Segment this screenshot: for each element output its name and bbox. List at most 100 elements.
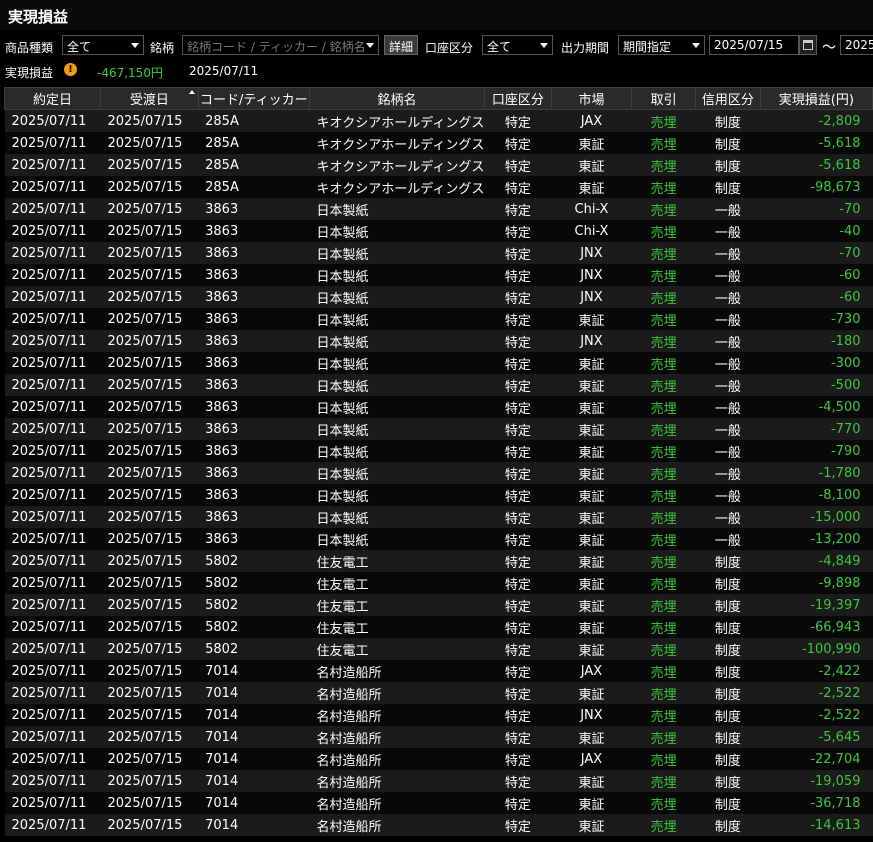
table-row[interactable]: 2025/07/11 2025/07/15 285A キオクシアホールディングス 特定 J… bbox=[4, 109, 873, 132]
cell-realized-pl: -22,704 bbox=[760, 748, 873, 770]
cell-settlement-date: 2025/07/15 bbox=[100, 572, 199, 594]
table-row[interactable]: 2025/07/11 2025/07/15 3863 日本製紙 特定 JNX 売埋 一般 -60 bbox=[4, 264, 873, 286]
table-row[interactable]: 2025/07/11 2025/07/15 7014 名村造船所 特定 JNX 売埋 制度 -2… bbox=[4, 704, 873, 726]
cell-code: 3863 bbox=[198, 374, 310, 396]
table-row[interactable]: 2025/07/11 2025/07/15 3863 日本製紙 特定 東証 売埋 一般 -4,5… bbox=[4, 396, 873, 418]
table-row[interactable]: 2025/07/11 2025/07/15 3863 日本製紙 特定 東証 売埋 一般 -790 bbox=[4, 440, 873, 462]
cell-market: 東証 bbox=[551, 506, 632, 528]
cell-trade: 売埋 bbox=[631, 704, 696, 726]
table-row[interactable]: 2025/07/11 2025/07/15 285A キオクシアホールディングス 特定東… bbox=[4, 132, 873, 154]
cell-settlement-date: 2025/07/15 bbox=[100, 660, 199, 682]
cell-account-type: 特定 bbox=[484, 132, 552, 154]
cell-issue-name: 名村造船所 bbox=[309, 748, 485, 770]
detail-button[interactable]: 詳細 bbox=[384, 35, 418, 55]
cell-account-type: 特定 bbox=[484, 220, 552, 242]
table-row[interactable]: 2025/07/11 2025/07/15 7014 名村造船所 特定 東証 売埋 制度 -19… bbox=[4, 770, 873, 792]
cell-realized-pl: -70 bbox=[760, 242, 873, 264]
cell-account-type: 特定 bbox=[484, 330, 552, 352]
column-header-market[interactable]: 市場 bbox=[550, 87, 633, 110]
cell-realized-pl: -15,000 bbox=[760, 506, 873, 528]
cell-trade: 売埋 bbox=[631, 506, 696, 528]
table-row[interactable]: 2025/07/11 2025/07/15 7014 名村造船所 特定 東証 売埋 制度 -5,… bbox=[4, 726, 873, 748]
cell-trade-date: 2025/07/11 bbox=[4, 264, 101, 286]
table-row[interactable]: 2025/07/11 2025/07/15 5802 住友電工 特定 東証 売埋 制度 -100… bbox=[4, 638, 873, 660]
table-header-row: 約定日 受渡日 コード/ティッカー 銘柄名 口座区分 市場 取引 信用区分 実現… bbox=[4, 87, 873, 110]
table-row[interactable]: 2025/07/11 2025/07/15 3863 日本製紙 特定 Chi-X 売埋 一般 -… bbox=[4, 198, 873, 220]
cell-realized-pl: -13,200 bbox=[760, 528, 873, 550]
cell-realized-pl: -66,943 bbox=[760, 616, 873, 638]
cell-account-type: 特定 bbox=[484, 550, 552, 572]
warning-icon[interactable]: ! bbox=[64, 63, 77, 76]
column-header-margin-type[interactable]: 信用区分 bbox=[695, 87, 761, 110]
cell-issue-name: 日本製紙 bbox=[309, 352, 485, 374]
cell-trade: 売埋 bbox=[631, 264, 696, 286]
cell-realized-pl: -2,522 bbox=[760, 682, 873, 704]
cell-code: 3863 bbox=[198, 462, 310, 484]
column-header-settlement-date-label: 受渡日 bbox=[129, 93, 169, 108]
table-row[interactable]: 2025/07/11 2025/07/15 3863 日本製紙 特定 東証 売埋 一般 -770 bbox=[4, 418, 873, 440]
cell-settlement-date: 2025/07/15 bbox=[100, 154, 199, 176]
cell-margin-type: 一般 bbox=[695, 484, 761, 506]
table-row[interactable]: 2025/07/11 2025/07/15 3863 日本製紙 特定 東証 売埋 一般 -500 bbox=[4, 374, 873, 396]
account-type-select[interactable]: 全て bbox=[482, 35, 553, 55]
cell-margin-type: 制度 bbox=[695, 154, 761, 176]
column-header-realized-pl[interactable]: 実現損益(円) bbox=[759, 87, 873, 110]
column-header-account-type[interactable]: 口座区分 bbox=[483, 87, 552, 110]
column-header-issue-name[interactable]: 銘柄名 bbox=[309, 87, 485, 110]
column-header-settlement-date[interactable]: 受渡日 bbox=[100, 87, 199, 110]
calendar-button[interactable] bbox=[799, 35, 817, 55]
cell-trade: 売埋 bbox=[631, 330, 696, 352]
cell-settlement-date: 2025/07/15 bbox=[100, 550, 199, 572]
table-row[interactable]: 2025/07/11 2025/07/15 7014 名村造船所 特定 JAX 売埋 制度 -2… bbox=[4, 748, 873, 770]
table-row[interactable]: 2025/07/11 2025/07/15 3863 日本製紙 特定 東証 売埋 一般 -13,… bbox=[4, 528, 873, 550]
cell-trade-date: 2025/07/11 bbox=[4, 374, 101, 396]
table-row[interactable]: 2025/07/11 2025/07/15 5802 住友電工 特定 東証 売埋 制度 -4,8… bbox=[4, 550, 873, 572]
cell-issue-name: 日本製紙 bbox=[309, 528, 485, 550]
cell-code: 5802 bbox=[198, 616, 310, 638]
table-row[interactable]: 2025/07/11 2025/07/15 3863 日本製紙 特定 東証 売埋 一般 -15,… bbox=[4, 506, 873, 528]
table-row[interactable]: 2025/07/11 2025/07/15 3863 日本製紙 特定 JNX 売埋 一般 -70 bbox=[4, 242, 873, 264]
cell-trade-date: 2025/07/11 bbox=[4, 682, 101, 704]
cell-realized-pl: -5,618 bbox=[760, 154, 873, 176]
table-row[interactable]: 2025/07/11 2025/07/15 7014 名村造船所 特定 JAX 売埋 制度 -2… bbox=[4, 660, 873, 682]
table-row[interactable]: 2025/07/11 2025/07/15 3863 日本製紙 特定 東証 売埋 一般 -300 bbox=[4, 352, 873, 374]
table-row[interactable]: 2025/07/11 2025/07/15 5802 住友電工 特定 東証 売埋 制度 -19,… bbox=[4, 594, 873, 616]
table-row[interactable]: 2025/07/11 2025/07/15 7014 名村造船所 特定 東証 売埋 制度 -2,… bbox=[4, 682, 873, 704]
product-type-select[interactable]: 全て bbox=[62, 35, 144, 55]
cell-settlement-date: 2025/07/15 bbox=[100, 176, 199, 198]
cell-account-type: 特定 bbox=[484, 506, 552, 528]
table-row[interactable]: 2025/07/11 2025/07/15 3863 日本製紙 特定 JNX 売埋 一般 -18… bbox=[4, 330, 873, 352]
cell-issue-name: キオクシアホールディングス bbox=[309, 176, 485, 198]
output-period-select[interactable]: 期間指定 bbox=[618, 35, 705, 55]
cell-settlement-date: 2025/07/15 bbox=[100, 198, 199, 220]
cell-trade-date: 2025/07/11 bbox=[4, 308, 101, 330]
table-row[interactable]: 2025/07/11 2025/07/15 285A キオクシアホールディングス 特定東… bbox=[4, 154, 873, 176]
column-header-trade-date[interactable]: 約定日 bbox=[4, 87, 101, 110]
column-header-code[interactable]: コード/ティッカー bbox=[197, 87, 311, 110]
cell-trade: 売埋 bbox=[631, 616, 696, 638]
table-row[interactable]: 2025/07/11 2025/07/15 3863 日本製紙 特定 東証 売埋 一般 -1,7… bbox=[4, 462, 873, 484]
table-row[interactable]: 2025/07/11 2025/07/15 7014 名村造船所 特定 東証 売埋 制度 -14… bbox=[4, 814, 873, 836]
table-row[interactable]: 2025/07/11 2025/07/15 3863 日本製紙 特定 東証 売埋 一般 -730 bbox=[4, 308, 873, 330]
cell-market: 東証 bbox=[551, 682, 632, 704]
cell-trade-date: 2025/07/11 bbox=[4, 572, 101, 594]
cell-realized-pl: -2,809 bbox=[760, 109, 873, 132]
cell-account-type: 特定 bbox=[484, 418, 552, 440]
cell-margin-type: 一般 bbox=[695, 242, 761, 264]
table-row[interactable]: 2025/07/11 2025/07/15 7014 名村造船所 特定 東証 売埋 制度 -36… bbox=[4, 792, 873, 814]
cell-trade: 売埋 bbox=[631, 462, 696, 484]
table-row[interactable]: 2025/07/11 2025/07/15 3863 日本製紙 特定 Chi-X 売埋 一般 -… bbox=[4, 220, 873, 242]
table-row[interactable]: 2025/07/11 2025/07/15 5802 住友電工 特定 東証 売埋 制度 -9,8… bbox=[4, 572, 873, 594]
issue-search-input[interactable]: 銘柄コード / ティッカー / 銘柄名 bbox=[182, 35, 379, 55]
cell-issue-name: 日本製紙 bbox=[309, 220, 485, 242]
cell-trade-date: 2025/07/11 bbox=[4, 748, 101, 770]
cell-realized-pl: -4,849 bbox=[760, 550, 873, 572]
cell-account-type: 特定 bbox=[484, 792, 552, 814]
table-row[interactable]: 2025/07/11 2025/07/15 285A キオクシアホールディングス 特定東… bbox=[4, 176, 873, 198]
column-header-trade[interactable]: 取引 bbox=[631, 87, 697, 110]
date-to-input[interactable]: 2025 bbox=[840, 35, 873, 55]
table-row[interactable]: 2025/07/11 2025/07/15 3863 日本製紙 特定 東証 売埋 一般 -8,1… bbox=[4, 484, 873, 506]
date-from-input[interactable]: 2025/07/15 bbox=[709, 35, 799, 55]
table-row[interactable]: 2025/07/11 2025/07/15 5802 住友電工 特定 東証 売埋 制度 -66,… bbox=[4, 616, 873, 638]
table-row[interactable]: 2025/07/11 2025/07/15 3863 日本製紙 特定 JNX 売埋 一般 -60 bbox=[4, 286, 873, 308]
